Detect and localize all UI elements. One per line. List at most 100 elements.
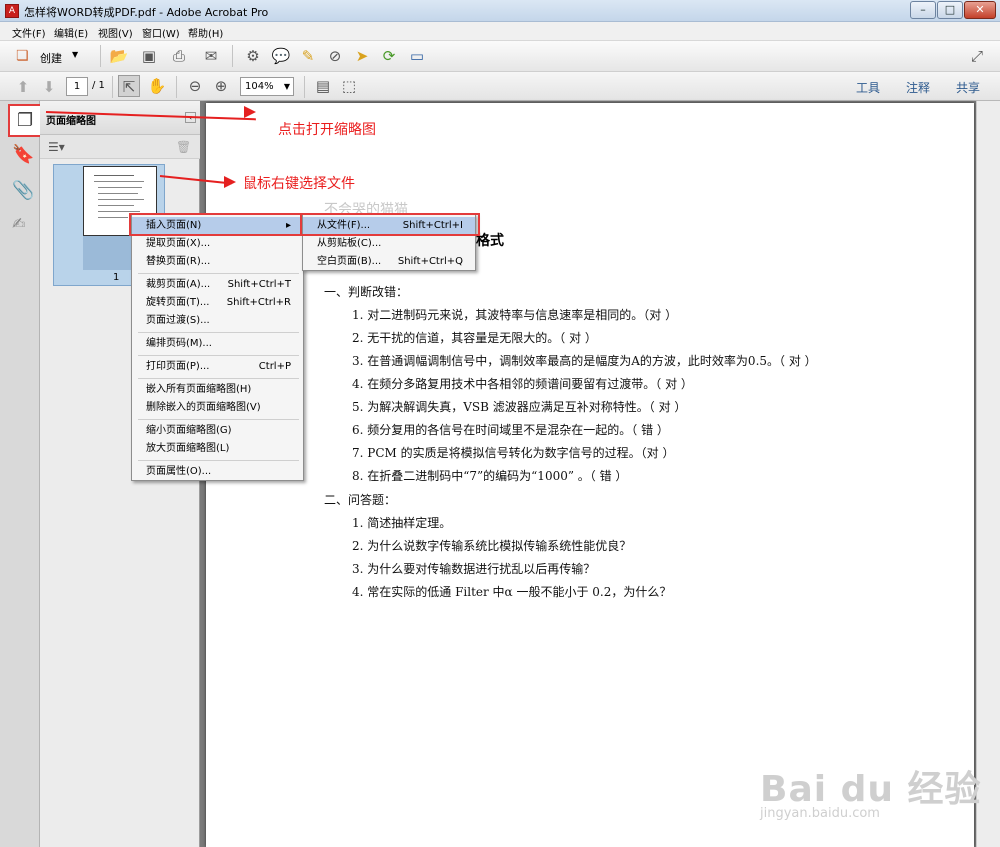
menu-item-page-properties[interactable]: 页面属性(O)... <box>132 463 303 481</box>
menu-label: 旋转页面(T)... <box>146 297 210 308</box>
close-button[interactable]: ✕ <box>964 1 996 19</box>
options-menu-icon[interactable]: ☰▾ <box>48 140 65 154</box>
email-icon[interactable]: ✉ <box>200 45 222 67</box>
separator <box>304 76 305 98</box>
menu-item-blank-page[interactable]: 空白页面(B)... Shift+Ctrl+Q <box>303 253 475 271</box>
list-item: 2. 无干扰的信道，其容量是无限大的。（ 对 ） <box>352 331 597 345</box>
annotation-open-thumbnails: 点击打开缩略图 <box>278 122 376 138</box>
tools-link[interactable]: 工具 <box>856 79 880 96</box>
create-label: 创建 <box>40 52 62 65</box>
menu-label: 删除嵌入的页面缩略图(V) <box>146 402 261 413</box>
comment-icon[interactable]: 💬 <box>270 45 292 67</box>
create-button[interactable]: ❏ 创建 ▼ <box>14 45 96 69</box>
menu-view[interactable]: 视图(V) <box>98 25 133 40</box>
previous-page-icon[interactable]: ⬆ <box>12 76 34 98</box>
chevron-down-icon: ▼ <box>72 50 79 59</box>
menu-item-print-pages[interactable]: 打印页面(P)... Ctrl+P <box>132 358 303 376</box>
menu-item-embed-thumbnails[interactable]: 嵌入所有页面缩略图(H) <box>132 381 303 399</box>
vertical-scrollbar[interactable] <box>976 101 1000 847</box>
menu-separator <box>138 332 299 333</box>
fit-width-icon[interactable]: ⬚ <box>338 75 360 97</box>
fit-page-icon[interactable]: ▤ <box>312 75 334 97</box>
open-icon[interactable]: 📂 <box>108 45 130 67</box>
maximize-button[interactable]: □ <box>937 1 963 19</box>
menu-label: 打印页面(P)... <box>146 361 210 372</box>
menu-shortcut: Shift+Ctrl+Q <box>397 256 463 267</box>
zoom-in-icon[interactable]: ⊕ <box>210 75 232 97</box>
chevron-down-icon: ▼ <box>283 82 290 91</box>
zoom-value: 104% <box>245 81 274 92</box>
attachment-icon[interactable]: 📎 <box>12 180 34 201</box>
menu-label: 裁剪页面(A)... <box>146 279 211 290</box>
menu-label: 页面属性(O)... <box>146 466 212 477</box>
baidu-watermark: Bai du 经验 <box>760 769 982 810</box>
zoom-out-icon[interactable]: ⊖ <box>184 75 206 97</box>
window-title: 怎样将WORD转成PDF.pdf - Adobe Acrobat Pro <box>24 6 269 19</box>
menu-item-extract-pages[interactable]: 提取页面(X)... <box>132 235 303 253</box>
page-number-input[interactable]: 1 <box>66 77 88 96</box>
menu-file[interactable]: 文件(F) <box>12 25 46 40</box>
page-thumbnails-button[interactable]: ❐ <box>8 104 44 137</box>
arrowhead-icon <box>224 176 236 188</box>
hand-tool-icon[interactable]: ✋ <box>146 75 168 97</box>
list-item: 3. 在普通调幅调制信号中，调制效率最高的是幅度为A的方波，此时效率为0.5。（… <box>352 354 817 368</box>
list-item: 1. 对二进制码元来说，其波特率与信息速率是相同的。（对 ） <box>352 308 678 322</box>
sign-icon[interactable]: ➤ <box>351 45 373 67</box>
thumbnail-page-number: 1 <box>113 272 120 283</box>
list-item: 6. 频分复用的各信号在时间域里不是混杂在一起的。（ 错 ） <box>352 423 669 437</box>
share-link[interactable]: 共享 <box>956 79 980 96</box>
menu-label: 嵌入所有页面缩略图(H) <box>146 384 252 395</box>
bookmark-icon[interactable]: 🔖 <box>12 144 34 165</box>
menu-separator <box>138 419 299 420</box>
menu-item-replace-pages[interactable]: 替换页面(R)... <box>132 253 303 271</box>
fullscreen-icon[interactable]: ⤢ <box>966 45 988 67</box>
section-heading: 一、判断改错： <box>324 285 409 299</box>
next-page-icon[interactable]: ⬇ <box>38 76 60 98</box>
separator <box>112 76 113 98</box>
menu-item-page-transitions[interactable]: 页面过渡(S)... <box>132 312 303 330</box>
arrowhead-icon <box>244 106 256 118</box>
create-icon: ❏ <box>16 48 29 64</box>
menu-item-enlarge-thumbnails[interactable]: 放大页面缩略图(L) <box>132 440 303 458</box>
annotation-right-click: 鼠标右键选择文件 <box>243 176 355 192</box>
menu-item-from-clipboard[interactable]: 从剪贴板(C)... <box>303 235 475 253</box>
menu-help[interactable]: 帮助(H) <box>188 25 223 40</box>
trash-icon[interactable]: 🗑 <box>176 140 191 154</box>
menu-window[interactable]: 窗口(W) <box>142 25 180 40</box>
menu-label: 替换页面(R)... <box>146 256 211 267</box>
list-item: 1. 简述抽样定理。 <box>352 516 452 530</box>
signature-icon[interactable]: ✍ <box>12 214 25 233</box>
comment-link[interactable]: 注释 <box>906 79 930 96</box>
menu-item-rotate-pages[interactable]: 旋转页面(T)... Shift+Ctrl+R <box>132 294 303 312</box>
menu-item-remove-thumbnails[interactable]: 删除嵌入的页面缩略图(V) <box>132 399 303 417</box>
separator <box>176 76 177 98</box>
menu-shortcut: Shift+Ctrl+R <box>226 297 291 308</box>
zoom-select[interactable]: 104% ▼ <box>240 77 294 96</box>
menu-label: 从剪贴板(C)... <box>317 238 382 249</box>
export-icon[interactable]: ⟳ <box>378 45 400 67</box>
baidu-watermark-url: jingyan.baidu.com <box>760 806 880 821</box>
minimize-button[interactable]: – <box>910 1 936 19</box>
menu-item-shrink-thumbnails[interactable]: 缩小页面缩略图(G) <box>132 422 303 440</box>
menu-label: 编排页码(M)... <box>146 338 212 349</box>
menu-separator <box>138 355 299 356</box>
form-icon[interactable]: ▭ <box>406 45 428 67</box>
save-icon[interactable]: ▣ <box>138 45 160 67</box>
menu-edit[interactable]: 编辑(E) <box>54 25 88 40</box>
menu-label: 空白页面(B)... <box>317 256 382 267</box>
stamp-icon[interactable]: ⊘ <box>324 45 346 67</box>
separator <box>100 45 101 67</box>
gear-icon[interactable]: ⚙ <box>242 45 264 67</box>
pages-icon: ❐ <box>17 110 34 131</box>
menu-item-number-pages[interactable]: 编排页码(M)... <box>132 335 303 353</box>
list-item: 7. PCM 的实质是将模拟信号转化为数字信号的过程。（对 ） <box>352 446 675 460</box>
menu-label: 放大页面缩略图(L) <box>146 443 230 454</box>
menu-label: 提取页面(X)... <box>146 238 211 249</box>
menu-item-crop-pages[interactable]: 裁剪页面(A)... Shift+Ctrl+T <box>132 276 303 294</box>
list-item: 2. 为什么说数字传输系统比模拟传输系统性能优良？ <box>352 539 632 553</box>
menu-separator <box>138 460 299 461</box>
highlight-icon[interactable]: ✎ <box>297 45 319 67</box>
select-tool-icon[interactable]: ⇱ <box>118 75 140 97</box>
menu-shortcut: Shift+Ctrl+T <box>227 279 291 290</box>
print-icon[interactable]: ⎙ <box>168 45 190 67</box>
